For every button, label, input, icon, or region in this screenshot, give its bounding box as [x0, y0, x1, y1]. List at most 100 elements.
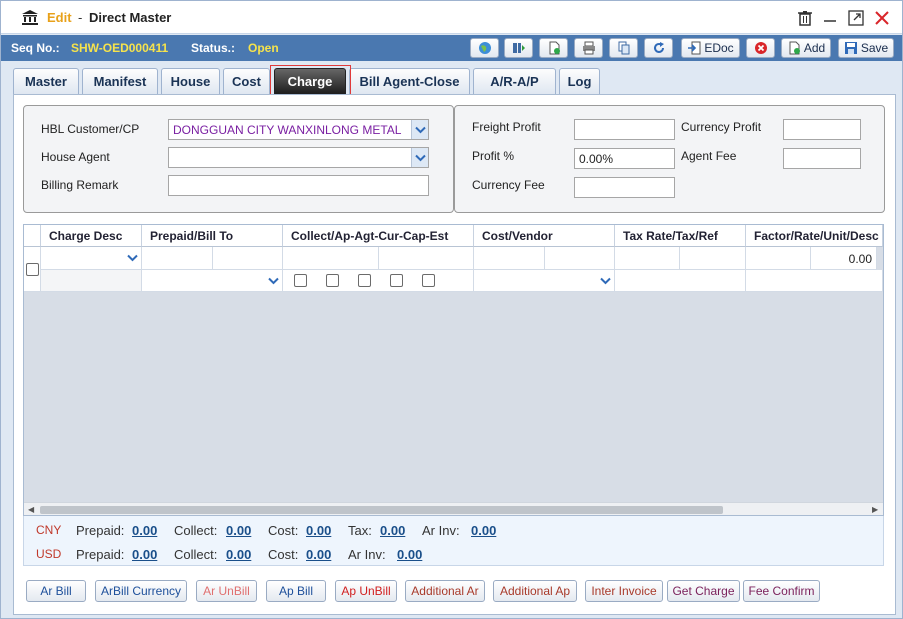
- chevron-down-icon[interactable]: [411, 120, 428, 139]
- tab-charge[interactable]: Charge: [274, 68, 346, 94]
- cost-cell[interactable]: [474, 247, 545, 270]
- cny-arinv-value[interactable]: 0.00: [471, 523, 496, 538]
- scrollbar-thumb[interactable]: [40, 506, 723, 514]
- desc-cell[interactable]: [746, 270, 883, 292]
- chevron-down-icon[interactable]: [123, 247, 141, 269]
- col-cost-vendor[interactable]: Cost/Vendor: [474, 225, 615, 247]
- maximize-icon[interactable]: [847, 9, 865, 27]
- tab-ar-ap[interactable]: A/R-A/P: [473, 68, 556, 94]
- agt-checkbox[interactable]: [358, 274, 371, 287]
- col-tax-rate[interactable]: Tax Rate/Tax/Ref: [615, 225, 746, 247]
- fee-confirm-button[interactable]: Fee Confirm: [743, 580, 820, 602]
- ar-unbill-button[interactable]: Ar UnBill: [196, 580, 257, 602]
- inter-invoice-button[interactable]: Inter Invoice: [585, 580, 663, 602]
- edoc-label: EDoc: [704, 41, 734, 55]
- currency-fee-input[interactable]: [574, 177, 675, 198]
- ap-bill-button[interactable]: Ap Bill: [266, 580, 326, 602]
- cap-checkbox[interactable]: [422, 274, 435, 287]
- collect-checkbox[interactable]: [294, 274, 307, 287]
- usd-cost-value[interactable]: 0.00: [306, 547, 331, 562]
- cny-tax-value[interactable]: 0.00: [380, 523, 405, 538]
- vendor-select[interactable]: [474, 270, 615, 292]
- status-label: Status.:: [191, 41, 236, 55]
- row-select-checkbox[interactable]: [26, 263, 39, 276]
- tab-house[interactable]: House: [161, 68, 220, 94]
- columns-button[interactable]: [504, 38, 533, 58]
- additional-ar-button[interactable]: Additional Ar: [405, 580, 485, 602]
- new-doc-button[interactable]: [539, 38, 568, 58]
- chevron-down-icon[interactable]: [411, 148, 428, 167]
- additional-ap-button[interactable]: Additional Ap: [493, 580, 577, 602]
- cny-cost-value[interactable]: 0.00: [306, 523, 331, 538]
- agent-fee-label: Agent Fee: [681, 149, 737, 163]
- collect-flags-cell: [283, 270, 474, 292]
- prepaid-cell[interactable]: [142, 247, 213, 270]
- hbl-customer-select[interactable]: DONGGUAN CITY WANXINLONG METAL: [168, 119, 429, 140]
- billing-remark-input[interactable]: [168, 175, 429, 196]
- usd-prepaid-value[interactable]: 0.00: [132, 547, 157, 562]
- chevron-down-icon[interactable]: [264, 270, 282, 291]
- edoc-icon: [688, 41, 701, 55]
- house-agent-select[interactable]: [168, 147, 429, 168]
- tab-log[interactable]: Log: [559, 68, 600, 94]
- close-icon[interactable]: [873, 9, 891, 27]
- usd-arinv-value[interactable]: 0.00: [397, 547, 422, 562]
- collect-cell[interactable]: [283, 247, 379, 270]
- cny-prepaid-value[interactable]: 0.00: [132, 523, 157, 538]
- grid-horizontal-scrollbar[interactable]: ◀ ▶: [24, 502, 883, 515]
- tab-bill-agent-close[interactable]: Bill Agent-Close: [349, 68, 470, 94]
- profit-pct-input[interactable]: 0.00%: [574, 148, 675, 169]
- ar-bill-button[interactable]: Ar Bill: [26, 580, 86, 602]
- globe-button[interactable]: [470, 38, 499, 58]
- tax-cell[interactable]: [680, 247, 746, 270]
- charge-desc-select[interactable]: [41, 247, 142, 270]
- col-prepaid-bill-to[interactable]: Prepaid/Bill To: [142, 225, 283, 247]
- rate-cell[interactable]: 0.00: [811, 247, 877, 270]
- col-collect[interactable]: Collect/Ap-Agt-Cur-Cap-Est: [283, 225, 474, 247]
- columns-icon: [512, 43, 525, 53]
- add-button[interactable]: Add: [781, 38, 831, 58]
- refresh-button[interactable]: [644, 38, 673, 58]
- ref-cell[interactable]: [615, 270, 746, 292]
- agent-fee-input[interactable]: [783, 148, 861, 169]
- arbill-currency-button[interactable]: ArBill Currency: [95, 580, 187, 602]
- save-button[interactable]: Save: [838, 38, 894, 58]
- trash-icon[interactable]: [796, 9, 814, 27]
- vendor-cell[interactable]: [545, 247, 615, 270]
- col-factor-rate[interactable]: Factor/Rate/Unit/Desc: [746, 225, 883, 247]
- currency-profit-input[interactable]: [783, 119, 861, 140]
- add-icon: [789, 41, 800, 55]
- copy-button[interactable]: [609, 38, 638, 58]
- currency-profit-label: Currency Profit: [681, 120, 762, 134]
- grid-select-header: [24, 225, 41, 247]
- bill-to-cell[interactable]: [213, 247, 283, 270]
- factor-cell[interactable]: [746, 247, 811, 270]
- bill-to-select[interactable]: [142, 270, 283, 292]
- ap-checkbox[interactable]: [326, 274, 339, 287]
- print-icon: [582, 41, 595, 55]
- minimize-icon[interactable]: [821, 9, 839, 27]
- col-charge-desc[interactable]: Charge Desc: [41, 225, 142, 247]
- seq-label: Seq No.:: [11, 41, 60, 55]
- row-selector-cell: [24, 247, 41, 292]
- freight-profit-input[interactable]: [574, 119, 675, 140]
- bank-icon: [22, 10, 38, 25]
- collect-detail-cell[interactable]: [379, 247, 474, 270]
- tab-cost[interactable]: Cost: [223, 68, 270, 94]
- tab-manifest[interactable]: Manifest: [82, 68, 158, 94]
- chevron-down-icon[interactable]: [596, 270, 614, 291]
- ap-unbill-button[interactable]: Ap UnBill: [335, 580, 397, 602]
- mode-label: Edit: [47, 10, 72, 25]
- cny-collect-value[interactable]: 0.00: [226, 523, 251, 538]
- edoc-button[interactable]: EDoc: [681, 38, 740, 58]
- cny-tax-label: Tax:: [348, 523, 372, 538]
- scroll-left-icon[interactable]: ◀: [28, 505, 34, 514]
- print-button[interactable]: [574, 38, 603, 58]
- tab-master[interactable]: Master: [13, 68, 79, 94]
- delete-button[interactable]: [746, 38, 775, 58]
- cur-checkbox[interactable]: [390, 274, 403, 287]
- usd-collect-value[interactable]: 0.00: [226, 547, 251, 562]
- get-charge-button[interactable]: Get Charge: [667, 580, 740, 602]
- tax-rate-cell[interactable]: [615, 247, 680, 270]
- scroll-right-icon[interactable]: ▶: [872, 505, 878, 514]
